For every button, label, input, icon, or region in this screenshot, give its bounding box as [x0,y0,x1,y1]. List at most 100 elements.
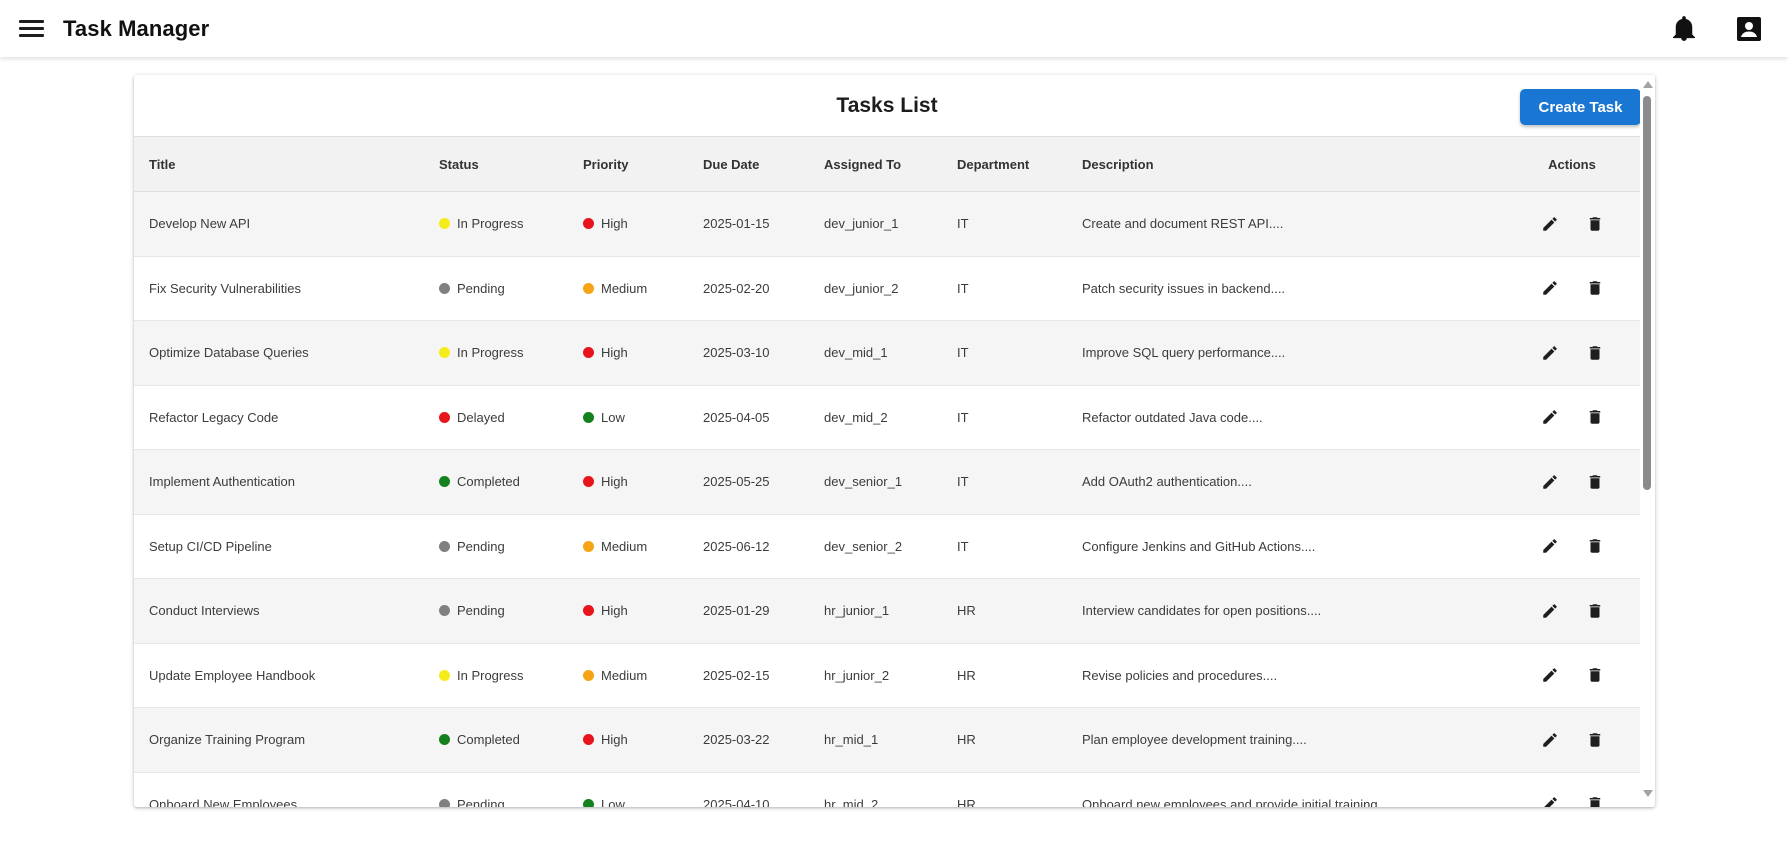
priority-dot [583,605,594,617]
pencil-icon[interactable] [1532,722,1568,758]
account-box-icon[interactable] [1733,13,1765,45]
priority-dot [583,540,594,552]
status-label: Pending [457,280,505,296]
status-label: Delayed [457,409,505,425]
task-due-date: 2025-01-29 [688,578,809,644]
table-row[interactable]: Onboard New Employees Pending Low 2025-04-1… [134,772,1640,807]
card-title: Tasks List [836,93,938,117]
table-row[interactable]: Conduct Interviews Pending High 2025-01-29 h… [134,578,1640,644]
task-assigned-to: dev_mid_2 [809,385,942,450]
trash-icon[interactable] [1577,722,1613,758]
scroll-down-arrow-icon[interactable] [1643,790,1653,797]
status-label: Completed [457,474,520,490]
trash-icon[interactable] [1577,528,1613,564]
status-label: In Progress [457,216,524,232]
vertical-scrollbar[interactable] [1640,75,1655,807]
task-title: Fix Security Vulnerabilities [134,256,424,321]
task-title: Organize Training Program [134,707,424,773]
task-department: IT [942,514,1067,579]
pencil-icon[interactable] [1532,270,1568,306]
task-department: IT [942,320,1067,386]
task-due-date: 2025-06-12 [688,514,809,579]
trash-icon[interactable] [1577,270,1613,306]
scrollbar-thumb[interactable] [1643,96,1651,490]
trash-icon[interactable] [1577,335,1613,371]
task-status: Pending [424,578,568,644]
task-priority: High [568,449,688,515]
task-assigned-to: hr_junior_2 [809,643,942,708]
status-dot [439,411,450,423]
table-row[interactable]: Refactor Legacy Code Delayed Low 2025-04-05… [134,385,1640,450]
task-priority: Medium [568,256,688,321]
status-dot [439,476,450,488]
tasks-card: Tasks List Create Task Title Status Prio… [134,75,1655,807]
task-description: Configure Jenkins and GitHub Actions.... [1067,514,1504,579]
task-title: Conduct Interviews [134,578,424,644]
task-due-date: 2025-04-10 [688,772,809,807]
table-row[interactable]: Optimize Database Queries In Progress High… [134,320,1640,386]
trash-icon[interactable] [1577,657,1613,693]
task-priority: Medium [568,514,688,579]
priority-label: Medium [601,280,648,296]
task-status: Delayed [424,385,568,450]
task-assigned-to: dev_senior_1 [809,449,942,515]
column-header-assigned-to[interactable]: Assigned To [809,136,942,192]
table-header-row: Title Status Priority Due Date Assigned … [134,136,1640,192]
table-row[interactable]: Setup CI/CD Pipeline Pending Medium 2025-06… [134,514,1640,579]
priority-label: High [601,345,628,361]
task-title: Onboard New Employees [134,772,424,807]
table-row[interactable]: Update Employee Handbook In Progress Mediu… [134,643,1640,708]
task-due-date: 2025-01-15 [688,191,809,257]
bell-icon[interactable] [1668,13,1700,45]
priority-label: Medium [601,667,648,683]
priority-label: Medium [601,538,648,554]
row-actions [1504,191,1640,257]
column-header-title[interactable]: Title [134,136,424,192]
task-status: In Progress [424,320,568,386]
task-description: Refactor outdated Java code.... [1067,385,1504,450]
trash-icon[interactable] [1577,786,1613,807]
priority-dot [583,669,594,681]
task-due-date: 2025-02-20 [688,256,809,321]
trash-icon[interactable] [1577,399,1613,435]
task-priority: Low [568,385,688,450]
menu-icon[interactable] [19,18,47,40]
table-row[interactable]: Organize Training Program Completed High 20… [134,707,1640,773]
trash-icon[interactable] [1577,464,1613,500]
table-row[interactable]: Fix Security Vulnerabilities Pending Mediu… [134,256,1640,321]
task-assigned-to: hr_mid_2 [809,772,942,807]
create-task-button[interactable]: Create Task [1520,89,1641,125]
task-assigned-to: dev_mid_1 [809,320,942,386]
priority-dot [583,798,594,807]
scroll-up-arrow-icon[interactable] [1643,81,1653,88]
task-description: Onboard new employees and provide initia… [1067,772,1504,807]
row-actions [1504,643,1640,708]
task-title: Implement Authentication [134,449,424,515]
pencil-icon[interactable] [1532,528,1568,564]
status-dot [439,540,450,552]
tasks-table-container[interactable]: Title Status Priority Due Date Assigned … [134,136,1640,807]
task-description: Patch security issues in backend.... [1067,256,1504,321]
status-label: In Progress [457,667,524,683]
trash-icon[interactable] [1577,206,1613,242]
app-title: Task Manager [63,15,210,41]
pencil-icon[interactable] [1532,593,1568,629]
pencil-icon[interactable] [1532,464,1568,500]
task-due-date: 2025-03-10 [688,320,809,386]
task-priority: High [568,578,688,644]
priority-label: High [601,732,628,748]
column-header-priority[interactable]: Priority [568,136,688,192]
pencil-icon[interactable] [1532,657,1568,693]
table-row[interactable]: Develop New API In Progress High 2025-01-15… [134,191,1640,257]
row-actions [1504,449,1640,515]
pencil-icon[interactable] [1532,399,1568,435]
pencil-icon[interactable] [1532,335,1568,371]
column-header-description[interactable]: Description [1067,136,1504,192]
column-header-due-date[interactable]: Due Date [688,136,809,192]
column-header-department[interactable]: Department [942,136,1067,192]
trash-icon[interactable] [1577,593,1613,629]
column-header-status[interactable]: Status [424,136,568,192]
pencil-icon[interactable] [1532,786,1568,807]
table-row[interactable]: Implement Authentication Completed High 202… [134,449,1640,515]
pencil-icon[interactable] [1532,206,1568,242]
